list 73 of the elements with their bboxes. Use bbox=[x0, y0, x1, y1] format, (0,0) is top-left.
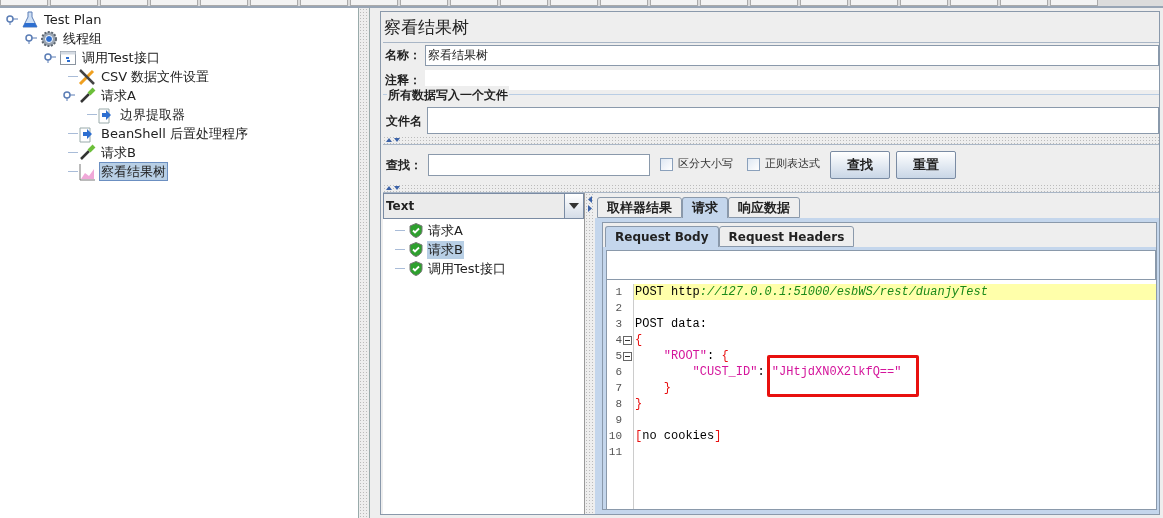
line-number: 8 bbox=[615, 397, 622, 412]
fold-icon[interactable] bbox=[623, 335, 632, 345]
dropper-icon bbox=[78, 143, 96, 162]
tree-item[interactable]: 察看结果树 bbox=[99, 162, 168, 181]
chart-icon bbox=[78, 162, 96, 181]
line-number: 2 bbox=[615, 301, 622, 316]
tree-item[interactable]: 请求A bbox=[99, 86, 138, 105]
line-number: 11 bbox=[608, 445, 622, 460]
renderer-dropdown[interactable]: Text bbox=[383, 193, 584, 219]
result-item[interactable]: 请求B bbox=[427, 240, 464, 259]
action-button[interactable]: 重置 bbox=[896, 150, 956, 179]
shield-check-icon bbox=[409, 223, 423, 238]
tab[interactable]: Request Headers bbox=[718, 226, 855, 247]
tab[interactable]: 请求 bbox=[682, 197, 728, 218]
tree-item[interactable]: 请求B bbox=[99, 143, 138, 162]
result-item[interactable]: 请求A bbox=[427, 221, 464, 240]
filename-field[interactable] bbox=[427, 107, 1159, 134]
code-line: "CUST_ID": "JHtjdXN0X2lkfQ==" bbox=[634, 364, 1156, 380]
line-number: 5 bbox=[615, 349, 622, 364]
field-label: 注释： bbox=[384, 71, 421, 89]
url-field[interactable] bbox=[606, 250, 1156, 280]
code-line: POST data: bbox=[634, 316, 708, 332]
expand-handle-icon[interactable] bbox=[5, 14, 18, 25]
line-number: 9 bbox=[615, 413, 622, 428]
line-number: 4 bbox=[615, 333, 622, 348]
tree-item[interactable]: 边界提取器 bbox=[118, 105, 187, 124]
checkbox-label: 区分大小写 bbox=[678, 156, 733, 173]
splitter-arrows-icon[interactable] bbox=[385, 185, 401, 191]
line-number: 6 bbox=[615, 365, 622, 380]
code-line: [no cookies] bbox=[634, 428, 723, 444]
controller-icon bbox=[59, 48, 77, 67]
splitter-arrows-icon[interactable] bbox=[587, 195, 593, 213]
panel-title: 察看结果树 bbox=[383, 16, 470, 39]
comment-field[interactable] bbox=[425, 69, 1159, 90]
group-title: 所有数据写入一个文件 bbox=[387, 86, 509, 104]
dropdown-caret-icon bbox=[569, 203, 579, 209]
splitter-arrows-icon[interactable] bbox=[385, 137, 401, 143]
tree-item[interactable]: CSV 数据文件设置 bbox=[99, 67, 212, 86]
flask-icon bbox=[21, 10, 39, 29]
code-line: { bbox=[634, 332, 644, 348]
fold-icon[interactable] bbox=[623, 351, 632, 361]
field-label: 查找： bbox=[386, 156, 422, 174]
tree-item[interactable]: 线程组 bbox=[61, 29, 104, 48]
shield-check-icon bbox=[409, 242, 423, 257]
tab[interactable]: 取样器结果 bbox=[597, 197, 682, 218]
shield-check-icon bbox=[409, 261, 423, 276]
search-field[interactable] bbox=[428, 153, 650, 176]
field-label: 名称： bbox=[384, 47, 421, 64]
expand-handle-icon[interactable] bbox=[24, 33, 37, 44]
tree-item[interactable]: BeanShell 后置处理程序 bbox=[99, 124, 250, 143]
checkbox[interactable] bbox=[747, 158, 760, 171]
checkbox[interactable] bbox=[660, 158, 673, 171]
tab[interactable]: 响应数据 bbox=[728, 197, 800, 218]
name-field[interactable]: 察看结果树 bbox=[425, 44, 1159, 66]
expand-handle-icon[interactable] bbox=[43, 52, 56, 63]
line-number: 1 bbox=[615, 285, 622, 300]
result-item[interactable]: 调用Test接口 bbox=[427, 259, 507, 278]
expand-handle-icon[interactable] bbox=[62, 90, 75, 101]
tree-item[interactable]: 调用Test接口 bbox=[80, 48, 162, 67]
field-label: 文件名 bbox=[386, 112, 422, 130]
code-line: "ROOT": { bbox=[662, 348, 730, 364]
code-line: } bbox=[662, 380, 672, 396]
dropper-icon bbox=[78, 86, 96, 105]
line-number: 3 bbox=[615, 317, 622, 332]
tab[interactable]: Request Body bbox=[605, 226, 719, 247]
code-line: } bbox=[634, 396, 644, 412]
gear-icon bbox=[40, 29, 58, 48]
tree-item[interactable]: Test Plan bbox=[42, 10, 104, 29]
action-button[interactable]: 查找 bbox=[830, 150, 890, 179]
line-number: 7 bbox=[615, 381, 622, 396]
tools-icon bbox=[78, 67, 96, 86]
line-number: 10 bbox=[608, 429, 622, 444]
checkbox-label: 正则表达式 bbox=[765, 156, 820, 173]
